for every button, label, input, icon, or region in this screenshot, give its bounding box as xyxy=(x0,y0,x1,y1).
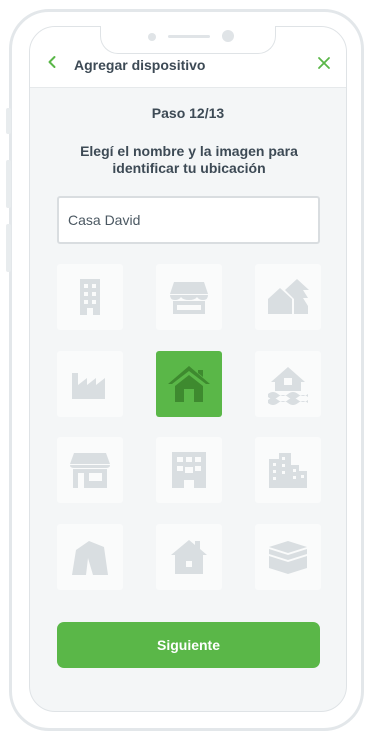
location-option-house[interactable] xyxy=(156,351,222,417)
phone-side-button xyxy=(6,224,11,272)
hotel-icon xyxy=(172,452,206,488)
houses-icon xyxy=(268,279,309,314)
phone-screen: Agregar dispositivo Paso 12/13 Elegí el … xyxy=(29,26,347,712)
tent-icon xyxy=(72,541,108,575)
beach-house-icon xyxy=(268,367,308,405)
location-option-factory[interactable] xyxy=(57,351,123,417)
city-icon xyxy=(269,453,307,488)
location-icon-grid xyxy=(57,264,321,590)
location-option-houses[interactable] xyxy=(255,264,321,330)
chevron-left-icon[interactable] xyxy=(44,54,60,70)
location-option-kaaba[interactable] xyxy=(255,524,321,590)
next-button[interactable]: Siguiente xyxy=(57,622,320,668)
location-option-beach-house[interactable] xyxy=(255,351,321,417)
camera-dot xyxy=(222,30,234,42)
location-option-building[interactable] xyxy=(57,264,123,330)
shop-icon xyxy=(70,453,110,488)
factory-icon xyxy=(72,373,105,399)
location-option-store[interactable] xyxy=(156,264,222,330)
building-icon xyxy=(80,279,100,315)
location-option-hotel[interactable] xyxy=(156,437,222,503)
home-icon xyxy=(171,540,207,574)
location-option-city[interactable] xyxy=(255,437,321,503)
location-name-input[interactable] xyxy=(57,196,320,244)
instructions-text: Elegí el nombre y la imagen para identif… xyxy=(80,143,298,176)
store-icon xyxy=(170,282,208,314)
sensor-dot xyxy=(148,33,156,41)
page-title: Agregar dispositivo xyxy=(74,57,206,73)
phone-notch xyxy=(100,26,276,54)
phone-side-button xyxy=(6,160,11,208)
close-icon[interactable] xyxy=(316,55,332,71)
kaaba-icon xyxy=(269,541,307,574)
location-option-tent[interactable] xyxy=(57,524,123,590)
house-icon xyxy=(168,366,210,402)
speaker-bar xyxy=(168,35,210,38)
step-indicator: Paso 12/13 xyxy=(151,105,225,121)
location-option-shop[interactable] xyxy=(57,437,123,503)
location-option-home[interactable] xyxy=(156,524,222,590)
phone-side-button xyxy=(6,108,11,134)
